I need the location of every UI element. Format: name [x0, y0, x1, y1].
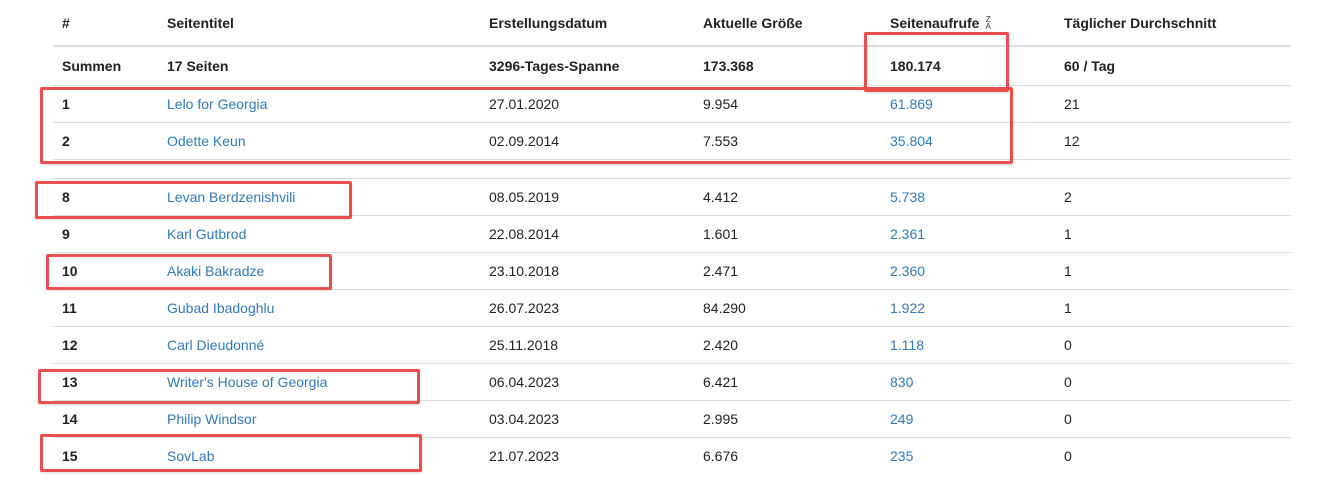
pageviews-table: # Seitentitel Erstellungsdatum Aktuelle …	[53, 0, 1291, 474]
page-title-link[interactable]: Carl Dieudonné	[167, 327, 264, 363]
pageviews-link[interactable]: 1.118	[890, 327, 924, 363]
row-num: 11	[62, 300, 77, 316]
header-views[interactable]: Seitenaufrufe Z A	[890, 0, 991, 45]
page-title-link[interactable]: SovLab	[167, 438, 214, 474]
header-views-label: Seitenaufrufe	[890, 14, 980, 31]
row-num: 8	[62, 189, 70, 205]
table-row: 1 Lelo for Georgia 27.01.2020 9.954 61.869 21	[53, 85, 1291, 122]
created-date: 23.10.2018	[489, 263, 560, 279]
pageviews-link[interactable]: 5.738	[890, 179, 925, 215]
created-date: 08.05.2019	[489, 189, 560, 205]
created-date: 02.09.2014	[489, 133, 560, 149]
table-row: 13 Writer's House of Georgia 06.04.2023 6.4…	[53, 363, 1291, 400]
created-date: 25.11.2018	[489, 337, 559, 353]
totals-label: Summen	[62, 58, 122, 74]
created-date: 26.07.2023	[489, 300, 560, 316]
daily-average: 1	[1064, 263, 1072, 279]
daily-average: 2	[1064, 189, 1072, 205]
table-row: 12 Carl Dieudonné 25.11.2018 2.420 1.118 0	[53, 326, 1291, 363]
page-size: 2.995	[703, 411, 739, 427]
table-row: 10 Akaki Bakradze 23.10.2018 2.471 2.360 1	[53, 252, 1291, 289]
created-date: 03.04.2023	[489, 411, 560, 427]
totals-size: 173.368	[703, 58, 754, 74]
header-size[interactable]: Aktuelle Größe	[703, 0, 803, 45]
page-title-link[interactable]: Philip Windsor	[167, 401, 256, 437]
pageviews-link[interactable]: 35.804	[890, 123, 933, 159]
daily-average: 0	[1064, 448, 1072, 464]
table-row: 2 Odette Keun 02.09.2014 7.553 35.804 12	[53, 122, 1291, 159]
pageviews-link[interactable]: 2.360	[890, 253, 925, 289]
daily-average: 21	[1064, 96, 1080, 112]
page-title-link[interactable]: Lelo for Georgia	[167, 86, 267, 122]
table-row: 11 Gubad Ibadoghlu 26.07.2023 84.290 1.922 1	[53, 289, 1291, 326]
table-row: 14 Philip Windsor 03.04.2023 2.995 249 0	[53, 400, 1291, 437]
page-size: 9.954	[703, 96, 739, 112]
created-date: 21.07.2023	[489, 448, 560, 464]
totals-pages: 17 Seiten	[167, 58, 229, 74]
header-title[interactable]: Seitentitel	[167, 0, 234, 45]
row-num: 12	[62, 337, 78, 353]
page-size: 1.601	[703, 226, 739, 242]
row-num: 10	[62, 263, 78, 279]
pageviews-link[interactable]: 830	[890, 364, 913, 400]
header-num[interactable]: #	[62, 0, 70, 45]
row-num: 15	[62, 448, 78, 464]
daily-average: 12	[1064, 133, 1080, 149]
daily-average: 0	[1064, 374, 1072, 390]
page-size: 6.421	[703, 374, 739, 390]
daily-average: 0	[1064, 411, 1072, 427]
row-num: 9	[62, 226, 70, 242]
page-title-link[interactable]: Odette Keun	[167, 123, 246, 159]
totals-row: Summen 17 Seiten 3296-Tages-Spanne 173.3…	[53, 47, 1291, 85]
pageviews-link[interactable]: 1.922	[890, 290, 925, 326]
header-created[interactable]: Erstellungsdatum	[489, 0, 607, 45]
page-size: 4.412	[703, 189, 739, 205]
row-gap	[53, 159, 1291, 178]
created-date: 06.04.2023	[489, 374, 560, 390]
page-size: 7.553	[703, 133, 739, 149]
pageviews-link[interactable]: 2.361	[890, 216, 925, 252]
page-title-link[interactable]: Gubad Ibadoghlu	[167, 290, 274, 326]
row-num: 14	[62, 411, 78, 427]
page-title-link[interactable]: Karl Gutbrod	[167, 216, 246, 252]
totals-views: 180.174	[890, 58, 941, 74]
page-title-link[interactable]: Levan Berdzenishvili	[167, 179, 295, 215]
totals-span: 3296-Tages-Spanne	[489, 58, 620, 74]
table-header-row: # Seitentitel Erstellungsdatum Aktuelle …	[53, 0, 1291, 47]
pageviews-link[interactable]: 249	[890, 401, 913, 437]
page-title-link[interactable]: Akaki Bakradze	[167, 253, 264, 289]
totals-daily: 60 / Tag	[1064, 58, 1116, 74]
created-date: 22.08.2014	[489, 226, 560, 242]
page-size: 84.290	[703, 300, 746, 316]
table-row: 15 SovLab 21.07.2023 6.676 235 0	[53, 437, 1291, 474]
header-daily[interactable]: Täglicher Durchschnitt	[1064, 0, 1216, 45]
daily-average: 1	[1064, 300, 1072, 316]
daily-average: 1	[1064, 226, 1072, 242]
row-num: 2	[62, 133, 70, 149]
sort-desc-icon[interactable]: Z A	[985, 15, 990, 30]
page-size: 6.676	[703, 448, 739, 464]
daily-average: 0	[1064, 337, 1072, 353]
created-date: 27.01.2020	[489, 96, 560, 112]
page-title-link[interactable]: Writer's House of Georgia	[167, 364, 327, 400]
pageviews-link[interactable]: 235	[890, 438, 913, 474]
page-size: 2.471	[703, 263, 739, 279]
table-row: 9 Karl Gutbrod 22.08.2014 1.601 2.361 1	[53, 215, 1291, 252]
row-num: 13	[62, 374, 78, 390]
row-num: 1	[62, 96, 70, 112]
page-size: 2.420	[703, 337, 739, 353]
pageviews-link[interactable]: 61.869	[890, 86, 933, 122]
table-row: 8 Levan Berdzenishvili 08.05.2019 4.412 5.73…	[53, 178, 1291, 215]
